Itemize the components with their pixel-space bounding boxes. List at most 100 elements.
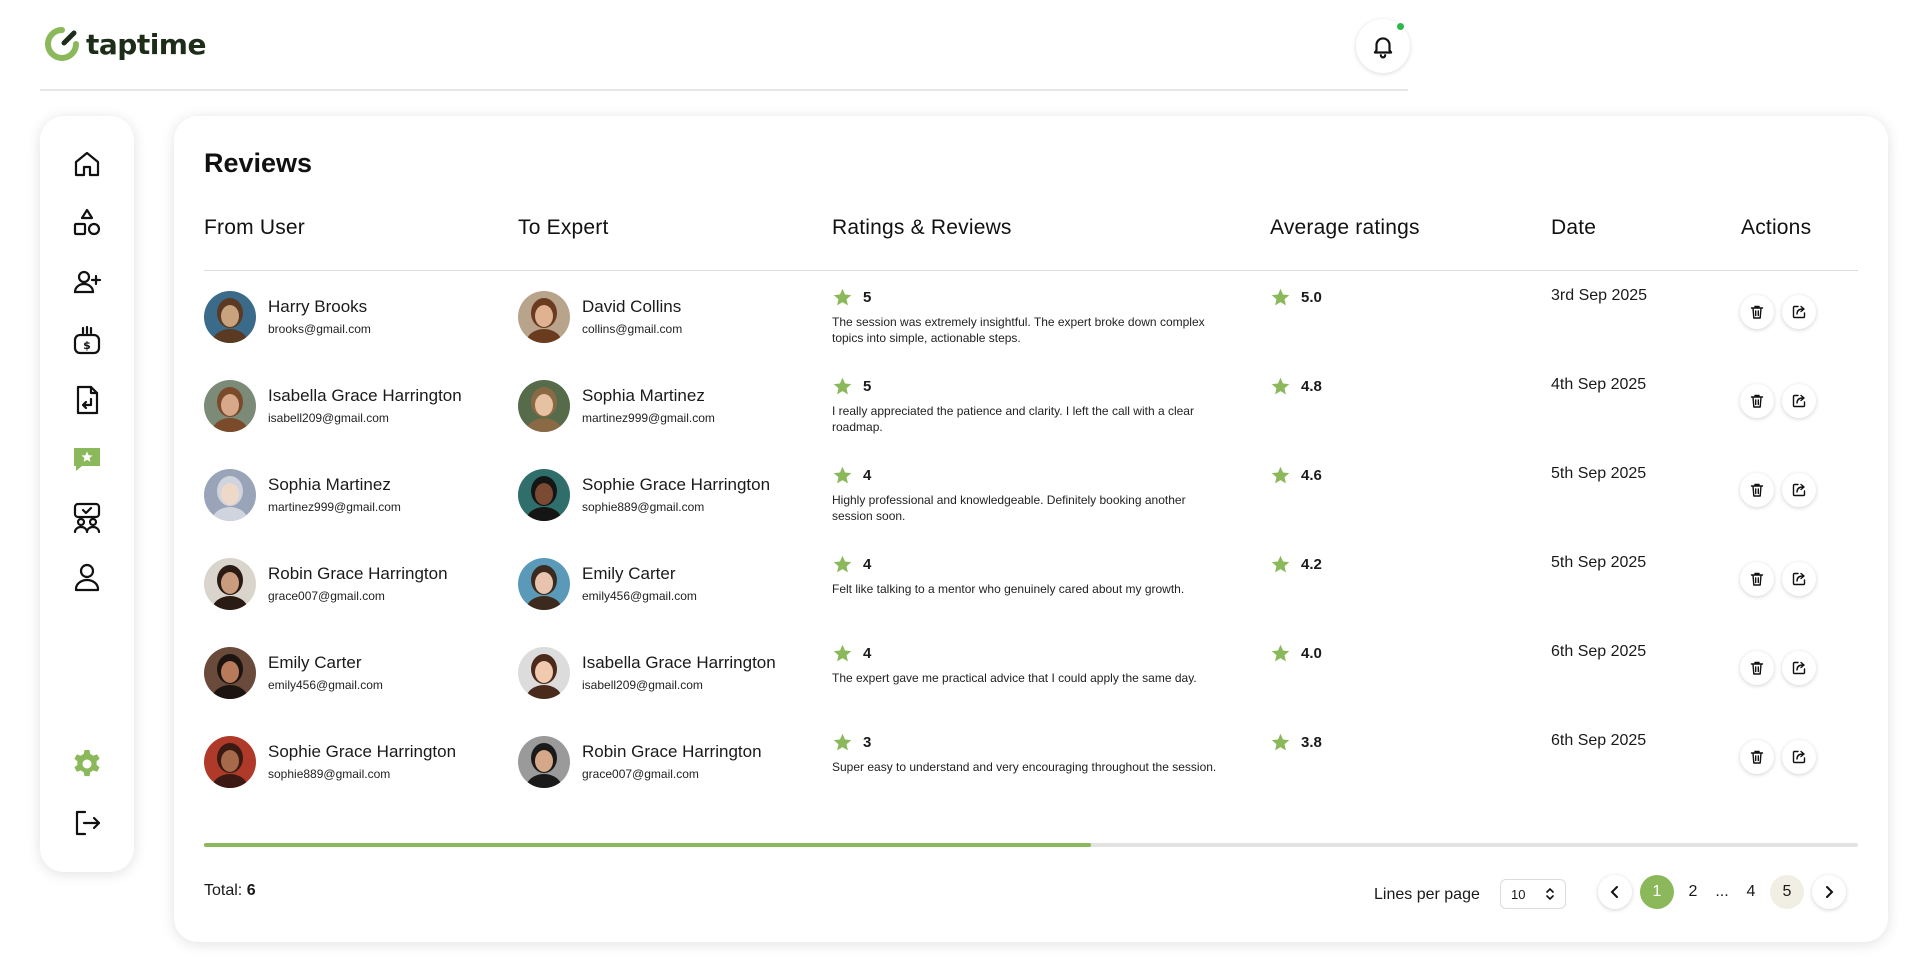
lines-per-page-select[interactable]: 10 (1500, 879, 1566, 909)
column-header-date[interactable]: Date (1551, 216, 1596, 240)
share-button[interactable] (1782, 740, 1816, 774)
table-row[interactable]: Emily Carter emily456@gmail.com Isabella G… (174, 643, 1888, 735)
star-icon (833, 377, 852, 394)
avatar (518, 647, 570, 699)
delete-button[interactable] (1740, 473, 1774, 507)
star-icon (833, 644, 852, 661)
to-expert-cell[interactable]: Robin Grace Harrington grace007@gmail.com (518, 736, 762, 788)
column-header-to-expert[interactable]: To Expert (518, 216, 609, 240)
previous-page-button[interactable] (1598, 875, 1632, 909)
row-actions (1740, 651, 1816, 685)
user-icon (74, 563, 100, 592)
average-rating-cell: 3.8 (1270, 731, 1322, 753)
average-rating-cell: 4.2 (1270, 553, 1322, 575)
star-icon (1271, 555, 1290, 572)
average-rating-cell: 4.8 (1270, 375, 1322, 397)
sidebar-item-add-user[interactable] (69, 264, 105, 300)
sidebar-item-reviews[interactable] (69, 441, 105, 477)
sidebar-item-settings[interactable] (69, 746, 105, 782)
column-header-ratings-reviews[interactable]: Ratings & Reviews (832, 216, 1012, 240)
avatar-photo (518, 380, 570, 432)
delete-button[interactable] (1740, 651, 1774, 685)
average-rating-value: 3.8 (1301, 733, 1322, 751)
star-icon (1271, 733, 1290, 750)
notifications-button[interactable] (1356, 19, 1410, 73)
review-text: The expert gave me practical advice that… (832, 671, 1197, 685)
user-name: Robin Grace Harrington (268, 564, 448, 583)
rating-review-cell: 5 The session was extremely insightful. T… (832, 286, 1232, 346)
star-icon (833, 555, 852, 572)
column-header-from-user[interactable]: From User (204, 216, 305, 240)
to-expert-cell[interactable]: David Collins collins@gmail.com (518, 291, 682, 343)
sidebar-item-home[interactable] (69, 146, 105, 182)
avatar-photo (518, 647, 570, 699)
page-button-5[interactable]: 5 (1770, 875, 1804, 909)
chat-star-icon (74, 448, 100, 471)
table-row[interactable]: Sophie Grace Harrington sophie889@gmail.c… (174, 732, 1888, 824)
share-icon (1792, 572, 1806, 586)
table-row[interactable]: Isabella Grace Harrington isabell209@gmai… (174, 376, 1888, 468)
next-page-button[interactable] (1812, 875, 1846, 909)
user-plus-icon (73, 270, 102, 294)
row-actions (1740, 473, 1816, 507)
from-user-cell[interactable]: Isabella Grace Harrington isabell209@gmai… (204, 380, 462, 432)
expert-email: grace007@gmail.com (582, 767, 699, 781)
share-button[interactable] (1782, 651, 1816, 685)
expert-name: Isabella Grace Harrington (582, 653, 776, 672)
to-expert-cell[interactable]: Sophia Martinez martinez999@gmail.com (518, 380, 715, 432)
board-people-icon (73, 502, 101, 534)
page-button-1[interactable]: 1 (1640, 875, 1674, 909)
expert-name: Sophie Grace Harrington (582, 475, 771, 494)
avatar (518, 736, 570, 788)
from-user-cell[interactable]: Sophia Martinez martinez999@gmail.com (204, 469, 401, 521)
share-button[interactable] (1782, 473, 1816, 507)
table-row[interactable]: Robin Grace Harrington grace007@gmail.com… (174, 554, 1888, 646)
delete-button[interactable] (1740, 384, 1774, 418)
document-return-icon (76, 385, 99, 415)
sidebar-item-documents[interactable] (69, 382, 105, 418)
sidebar-item-sessions[interactable] (69, 500, 105, 536)
sidebar-item-logout[interactable] (69, 805, 105, 841)
page-list: 1 2... 4 5 (1640, 875, 1804, 909)
table-row[interactable]: Sophia Martinez martinez999@gmail.com Soph… (174, 465, 1888, 557)
column-header-average-ratings[interactable]: Average ratings (1270, 216, 1420, 240)
horizontal-scrollbar[interactable] (204, 843, 1858, 847)
from-user-cell[interactable]: Sophie Grace Harrington sophie889@gmail.c… (204, 736, 456, 788)
share-button[interactable] (1782, 562, 1816, 596)
rating-review-cell: 5 I really appreciated the patience and c… (832, 375, 1232, 435)
share-button[interactable] (1782, 384, 1816, 418)
from-user-cell[interactable]: Harry Brooks brooks@gmail.com (204, 291, 371, 343)
table-row[interactable]: Harry Brooks brooks@gmail.com David Collin… (174, 287, 1888, 379)
delete-button[interactable] (1740, 562, 1774, 596)
delete-button[interactable] (1740, 295, 1774, 329)
page-button-4[interactable]: 4 (1734, 875, 1768, 909)
share-icon (1792, 483, 1806, 497)
rating-review-cell: 3 Super easy to understand and very encou… (832, 731, 1232, 775)
sidebar-item-profile[interactable] (69, 559, 105, 595)
avatar-photo (518, 736, 570, 788)
lines-per-page-value: 10 (1511, 886, 1526, 902)
delete-button[interactable] (1740, 740, 1774, 774)
rating-value: 5 (863, 377, 872, 395)
from-user-cell[interactable]: Emily Carter emily456@gmail.com (204, 647, 383, 699)
brand-logo[interactable]: taptime (44, 26, 206, 62)
average-rating-value: 4.0 (1301, 644, 1322, 662)
trash-icon (1750, 661, 1764, 675)
review-date: 5th Sep 2025 (1551, 465, 1647, 482)
star-icon (833, 466, 852, 483)
from-user-cell[interactable]: Robin Grace Harrington grace007@gmail.com (204, 558, 448, 610)
user-name: Sophie Grace Harrington (268, 742, 457, 761)
to-expert-cell[interactable]: Sophie Grace Harrington sophie889@gmail.c… (518, 469, 770, 521)
avatar (204, 291, 256, 343)
sidebar: $ (40, 116, 134, 872)
to-expert-cell[interactable]: Emily Carter emily456@gmail.com (518, 558, 697, 610)
sidebar-item-categories[interactable] (69, 205, 105, 241)
review-date: 5th Sep 2025 (1551, 554, 1647, 571)
to-expert-cell[interactable]: Isabella Grace Harrington isabell209@gmai… (518, 647, 776, 699)
scrollbar-thumb[interactable] (204, 843, 1091, 847)
share-button[interactable] (1782, 295, 1816, 329)
page-button-2[interactable]: 2 (1676, 875, 1710, 909)
avatar (518, 380, 570, 432)
header-divider (204, 270, 1858, 271)
sidebar-item-payments[interactable]: $ (69, 323, 105, 359)
